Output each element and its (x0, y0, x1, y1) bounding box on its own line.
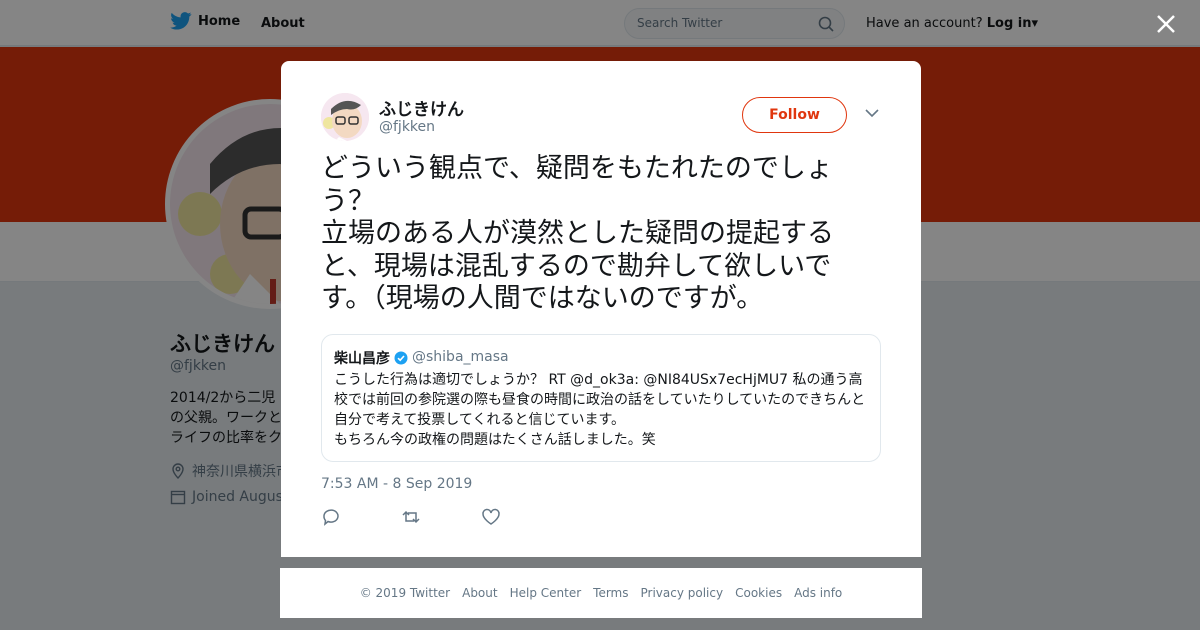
footer-terms-link[interactable]: Terms (593, 586, 628, 600)
close-icon[interactable] (1154, 12, 1178, 36)
tweet-modal: ふじきけん @fjkken Follow どういう観点で、疑問をもたれたのでしょ… (281, 61, 921, 557)
heart-icon[interactable] (481, 507, 501, 527)
follow-button[interactable]: Follow (742, 97, 847, 133)
tweet-author-handle[interactable]: @fjkken (379, 119, 435, 135)
tweet-timestamp[interactable]: 7:53 AM - 8 Sep 2019 (321, 476, 472, 492)
quoted-author-name: 柴山昌彦 (334, 351, 390, 367)
retweet-icon[interactable] (401, 507, 421, 527)
footer-copyright: © 2019 Twitter (359, 586, 451, 600)
footer-help-center-link[interactable]: Help Center (510, 586, 582, 600)
quoted-tweet-text: こうした行為は適切でしょうか？ RT @d_ok3a: @NI84USx7ecH… (334, 372, 866, 448)
quoted-author: 柴山昌彦 (334, 348, 408, 368)
footer-privacy-link[interactable]: Privacy policy (641, 586, 724, 600)
reply-icon[interactable] (321, 507, 341, 527)
modal-footer: © 2019 Twitter About Help Center Terms P… (280, 568, 922, 618)
quoted-tweet[interactable]: 柴山昌彦 @shiba_masa こうした行為は適切でしょうか？ RT @d_o… (321, 334, 881, 462)
chevron-down-icon[interactable] (865, 108, 879, 118)
footer-cookies-link[interactable]: Cookies (735, 586, 782, 600)
avatar-illustration-small (321, 93, 369, 141)
tweet-author-name[interactable]: ふじきけん (379, 95, 464, 120)
verified-badge-icon (394, 351, 408, 365)
footer-about-link[interactable]: About (462, 586, 497, 600)
tweet-text: どういう観点で、疑問をもたれたのでしょう？ 立場のある人が漠然とした疑問の提起す… (321, 153, 834, 314)
tweet-author-avatar[interactable] (321, 93, 369, 141)
footer-ads-info-link[interactable]: Ads info (794, 586, 842, 600)
quoted-author-handle: @shiba_masa (412, 349, 509, 365)
tweet-actions (321, 507, 501, 527)
